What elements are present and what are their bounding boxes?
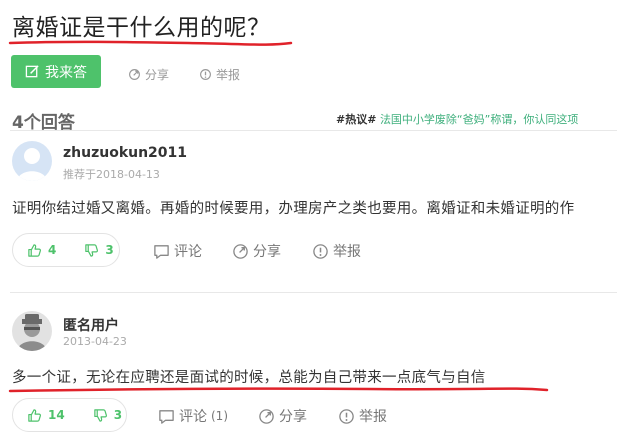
upvote-button[interactable]: 4 bbox=[13, 234, 70, 266]
thumbs-down-icon bbox=[93, 408, 107, 422]
comment-icon bbox=[154, 244, 169, 259]
avatar bbox=[12, 311, 52, 351]
comment-icon bbox=[159, 409, 174, 424]
answer-date-value: 2018-04-13 bbox=[96, 168, 160, 181]
report-icon bbox=[313, 243, 328, 259]
answer-question-button[interactable]: 我来答 bbox=[11, 55, 101, 88]
answer-button-label: 我来答 bbox=[45, 64, 87, 81]
hot-topic[interactable]: #热议# 法国中小学废除“爸妈”称谓，你认同这项 bbox=[336, 111, 578, 127]
title-annotation-underline bbox=[8, 40, 293, 46]
share-icon bbox=[233, 243, 248, 259]
default-avatar-icon bbox=[12, 141, 52, 181]
share-icon bbox=[259, 408, 274, 424]
vote-box: 4 3 bbox=[12, 233, 120, 267]
answer-report-button[interactable]: 举报 bbox=[312, 241, 361, 261]
answer-user-name[interactable]: zhuzuokun2011 bbox=[63, 145, 187, 161]
divider bbox=[10, 292, 617, 293]
answer-content: 证明你结过婚又离婚。再婚的时候要用，办理房产之类也要用。离婚证和未婚证明的作 bbox=[12, 201, 575, 217]
downvote-button[interactable]: 3 bbox=[70, 234, 127, 266]
report-label: 举报 bbox=[216, 68, 241, 82]
answer-date: 推荐于2018-04-13 bbox=[63, 166, 160, 182]
comment-label: 评论 bbox=[179, 409, 207, 425]
thumbs-up-icon bbox=[28, 243, 41, 257]
answer-date: 2013-04-23 bbox=[63, 335, 127, 348]
anonymous-avatar-icon bbox=[12, 311, 52, 351]
hot-topic-link[interactable]: 法国中小学废除“爸妈”称谓，你认同这项 bbox=[380, 113, 578, 126]
thumbs-down-icon bbox=[85, 243, 99, 257]
share-label: 分享 bbox=[279, 409, 307, 425]
share-label: 分享 bbox=[253, 244, 281, 260]
question-report-button[interactable]: 举报 bbox=[199, 66, 240, 83]
share-label: 分享 bbox=[145, 68, 170, 82]
comment-button[interactable]: 评论 bbox=[153, 241, 202, 261]
avatar[interactable] bbox=[12, 141, 52, 181]
hot-tag: #热议# bbox=[336, 113, 377, 126]
answer-user-name: 匿名用户 bbox=[63, 318, 119, 334]
report-icon bbox=[339, 408, 354, 424]
upvote-count: 4 bbox=[48, 243, 57, 257]
upvote-button[interactable]: 14 bbox=[13, 399, 79, 431]
answer-share-button[interactable]: 分享 bbox=[232, 241, 281, 261]
downvote-count: 3 bbox=[105, 243, 114, 257]
comment-button[interactable]: 评论 (1) bbox=[158, 406, 228, 426]
edit-icon bbox=[25, 65, 39, 78]
share-icon bbox=[129, 69, 140, 80]
recommended-prefix: 推荐于 bbox=[63, 168, 96, 181]
report-icon bbox=[200, 69, 211, 80]
downvote-button[interactable]: 3 bbox=[79, 399, 136, 431]
thumbs-up-icon bbox=[28, 408, 41, 422]
report-label: 举报 bbox=[359, 409, 387, 425]
upvote-count: 14 bbox=[48, 408, 65, 422]
downvote-count: 3 bbox=[113, 408, 123, 422]
vote-box: 14 3 bbox=[12, 398, 127, 432]
answer-share-button[interactable]: 分享 bbox=[258, 406, 307, 426]
divider bbox=[10, 130, 617, 131]
report-label: 举报 bbox=[333, 244, 361, 260]
comment-count: (1) bbox=[211, 409, 228, 423]
answer-annotation-underline bbox=[8, 387, 549, 393]
comment-label: 评论 bbox=[174, 244, 202, 260]
answer-report-button[interactable]: 举报 bbox=[338, 406, 387, 426]
question-share-button[interactable]: 分享 bbox=[128, 66, 169, 83]
